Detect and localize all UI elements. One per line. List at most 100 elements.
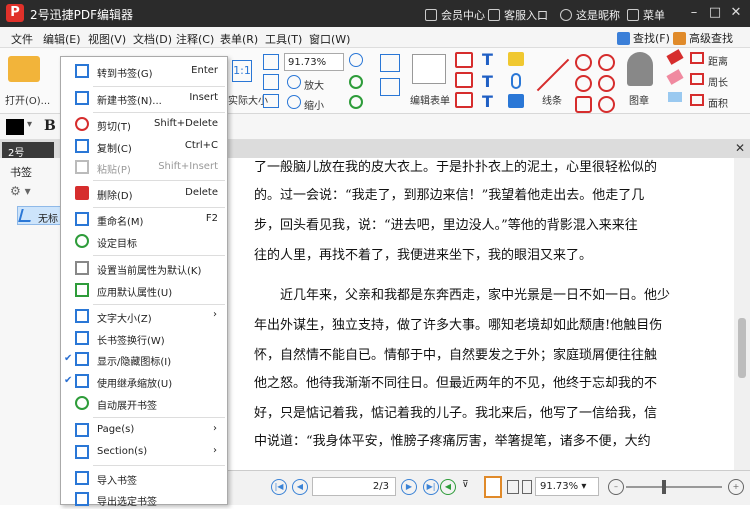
- circle-tool-icon[interactable]: [575, 54, 592, 71]
- cm-rename[interactable]: 重命名(M) F2: [61, 209, 227, 229]
- highlight-icon[interactable]: [668, 92, 682, 102]
- cm-wrap-long[interactable]: 长书签换行(W): [61, 328, 227, 348]
- cm-import-bookmarks[interactable]: 导入书签: [61, 468, 227, 488]
- first-page-button[interactable]: |◀: [271, 479, 287, 495]
- prev-page-button[interactable]: ◀: [292, 479, 308, 495]
- vertical-scrollbar[interactable]: [734, 158, 750, 470]
- open-label[interactable]: 打开(O)...: [5, 92, 50, 107]
- menu-comment[interactable]: 注释(C): [176, 31, 214, 47]
- zoom-slider[interactable]: [626, 480, 722, 494]
- cm-goto-bookmark[interactable]: 转到书签(G) Enter: [61, 61, 227, 81]
- note-icon[interactable]: [508, 52, 524, 66]
- open-folder-icon[interactable]: [8, 56, 40, 82]
- add-text-icon[interactable]: [380, 78, 400, 96]
- perimeter-label[interactable]: 周长: [708, 74, 728, 89]
- menu-document[interactable]: 文档(D): [133, 31, 172, 47]
- cm-sections[interactable]: Section(s) ›: [61, 442, 227, 462]
- facing-page-icon[interactable]: [522, 480, 532, 494]
- support-link[interactable]: 客服入口: [488, 7, 548, 23]
- cm-cut[interactable]: 剪切(T) Shift+Delete: [61, 114, 227, 134]
- single-page-icon[interactable]: [484, 476, 502, 498]
- back-button[interactable]: ◀: [440, 479, 456, 495]
- polygon-tool-icon[interactable]: [598, 54, 615, 71]
- attach-icon[interactable]: [511, 73, 521, 89]
- rotate-left-icon[interactable]: [349, 75, 363, 89]
- zoom-select[interactable]: 91.73%: [284, 53, 344, 71]
- user-profile[interactable]: 这是昵称: [560, 7, 620, 23]
- stamp-icon[interactable]: [627, 52, 653, 86]
- cm-delete[interactable]: 删除(D) Delete: [61, 183, 227, 203]
- member-center-link[interactable]: 会员中心: [425, 7, 485, 23]
- area-icon[interactable]: [690, 94, 704, 106]
- bookmark-options-icon[interactable]: ⚙ ▾: [10, 184, 31, 198]
- zoom-in-label[interactable]: 放大: [304, 77, 324, 92]
- rectangle-tool-icon[interactable]: [575, 96, 592, 113]
- sound-icon[interactable]: [508, 94, 524, 108]
- fit-page-icon[interactable]: [263, 54, 279, 70]
- rotate-right-icon[interactable]: [349, 95, 363, 109]
- cm-pages[interactable]: Page(s) ›: [61, 420, 227, 440]
- status-zoom-in-button[interactable]: +: [728, 479, 744, 495]
- cm-paste[interactable]: 粘贴(P) Shift+Insert: [61, 157, 227, 177]
- cm-show-hide-icons[interactable]: ✔ 显示/隐藏图标(I): [61, 349, 227, 369]
- close-button[interactable]: ✕: [727, 4, 745, 22]
- pencil-icon[interactable]: [666, 49, 684, 65]
- ellipse-tool-icon[interactable]: [575, 75, 592, 92]
- edit-form-label[interactable]: 编辑表单: [410, 92, 450, 107]
- zoom-in-icon[interactable]: [287, 75, 301, 89]
- polyline-tool-icon[interactable]: [598, 96, 615, 113]
- fit-width-icon[interactable]: [263, 74, 279, 90]
- document-close-button[interactable]: ✕: [735, 141, 745, 155]
- bookmark-item[interactable]: 无标: [17, 206, 65, 225]
- cm-set-default-props[interactable]: 设置当前属性为默认(K): [61, 258, 227, 278]
- zoom-tool-icon[interactable]: [349, 53, 363, 67]
- menu-form[interactable]: 表单(R): [220, 31, 258, 47]
- scrollbar-thumb[interactable]: [738, 318, 746, 378]
- document-view[interactable]: 了一般脑儿放在我的皮大衣上。于是扑扑衣上的泥土，心里很轻松似的 的。过一会说：“…: [228, 158, 734, 470]
- cm-text-size[interactable]: 文字大小(Z) ›: [61, 306, 227, 326]
- view-mode-icon[interactable]: ⊽: [462, 480, 469, 490]
- actual-size-icon[interactable]: 1:1: [232, 60, 252, 82]
- text-box-icon[interactable]: T: [482, 50, 493, 69]
- cm-auto-expand[interactable]: 自动展开书签: [61, 393, 227, 413]
- page-number-input[interactable]: 2/3: [312, 477, 396, 496]
- menu-tools[interactable]: 工具(T): [265, 31, 302, 47]
- fit-visible-icon[interactable]: [263, 94, 279, 108]
- distance-label[interactable]: 距离: [708, 53, 728, 68]
- cm-new-bookmark[interactable]: 新建书签(N)... Insert: [61, 88, 227, 108]
- typewriter-icon[interactable]: T: [482, 72, 493, 91]
- cm-export-bookmarks[interactable]: 导出选定书签: [61, 489, 227, 509]
- add-image-icon[interactable]: [380, 54, 400, 72]
- area-label[interactable]: 面积: [708, 95, 728, 110]
- continuous-page-icon[interactable]: [507, 480, 519, 494]
- next-page-button[interactable]: ▶: [401, 479, 417, 495]
- maximize-button[interactable]: □: [706, 4, 724, 22]
- cm-apply-default-props[interactable]: 应用默认属性(U): [61, 280, 227, 300]
- stamp-label[interactable]: 图章: [629, 92, 649, 107]
- bold-button[interactable]: B: [44, 118, 56, 134]
- cm-set-destination[interactable]: 设定目标: [61, 231, 227, 251]
- zoom-out-icon[interactable]: [287, 95, 301, 109]
- zoom-slider-thumb[interactable]: [662, 480, 666, 494]
- edit-form-icon[interactable]: [412, 54, 446, 84]
- status-zoom-select[interactable]: 91.73% ▾: [535, 477, 599, 496]
- menu-button[interactable]: 菜单: [627, 7, 665, 23]
- menu-edit[interactable]: 编辑(E): [43, 31, 81, 47]
- form-field-icon-2[interactable]: [455, 72, 473, 88]
- cloud-tool-icon[interactable]: [598, 75, 615, 92]
- perimeter-icon[interactable]: [690, 73, 704, 85]
- form-field-icon-3[interactable]: [455, 92, 473, 108]
- document-tab[interactable]: 2号: [2, 142, 54, 159]
- minimize-button[interactable]: –: [685, 4, 703, 22]
- eraser-icon[interactable]: [666, 69, 684, 85]
- menu-file[interactable]: 文件: [11, 31, 33, 47]
- callout-icon[interactable]: T: [482, 92, 493, 111]
- menu-view[interactable]: 视图(V): [88, 31, 126, 47]
- last-page-button[interactable]: ▶|: [423, 479, 439, 495]
- color-dropdown-arrow[interactable]: ▾: [27, 119, 32, 130]
- color-swatch[interactable]: [6, 119, 24, 135]
- cm-copy[interactable]: 复制(C) Ctrl+C: [61, 136, 227, 156]
- find-button[interactable]: 查找(F): [614, 29, 673, 47]
- status-zoom-out-button[interactable]: –: [608, 479, 624, 495]
- zoom-out-label[interactable]: 缩小: [304, 97, 324, 112]
